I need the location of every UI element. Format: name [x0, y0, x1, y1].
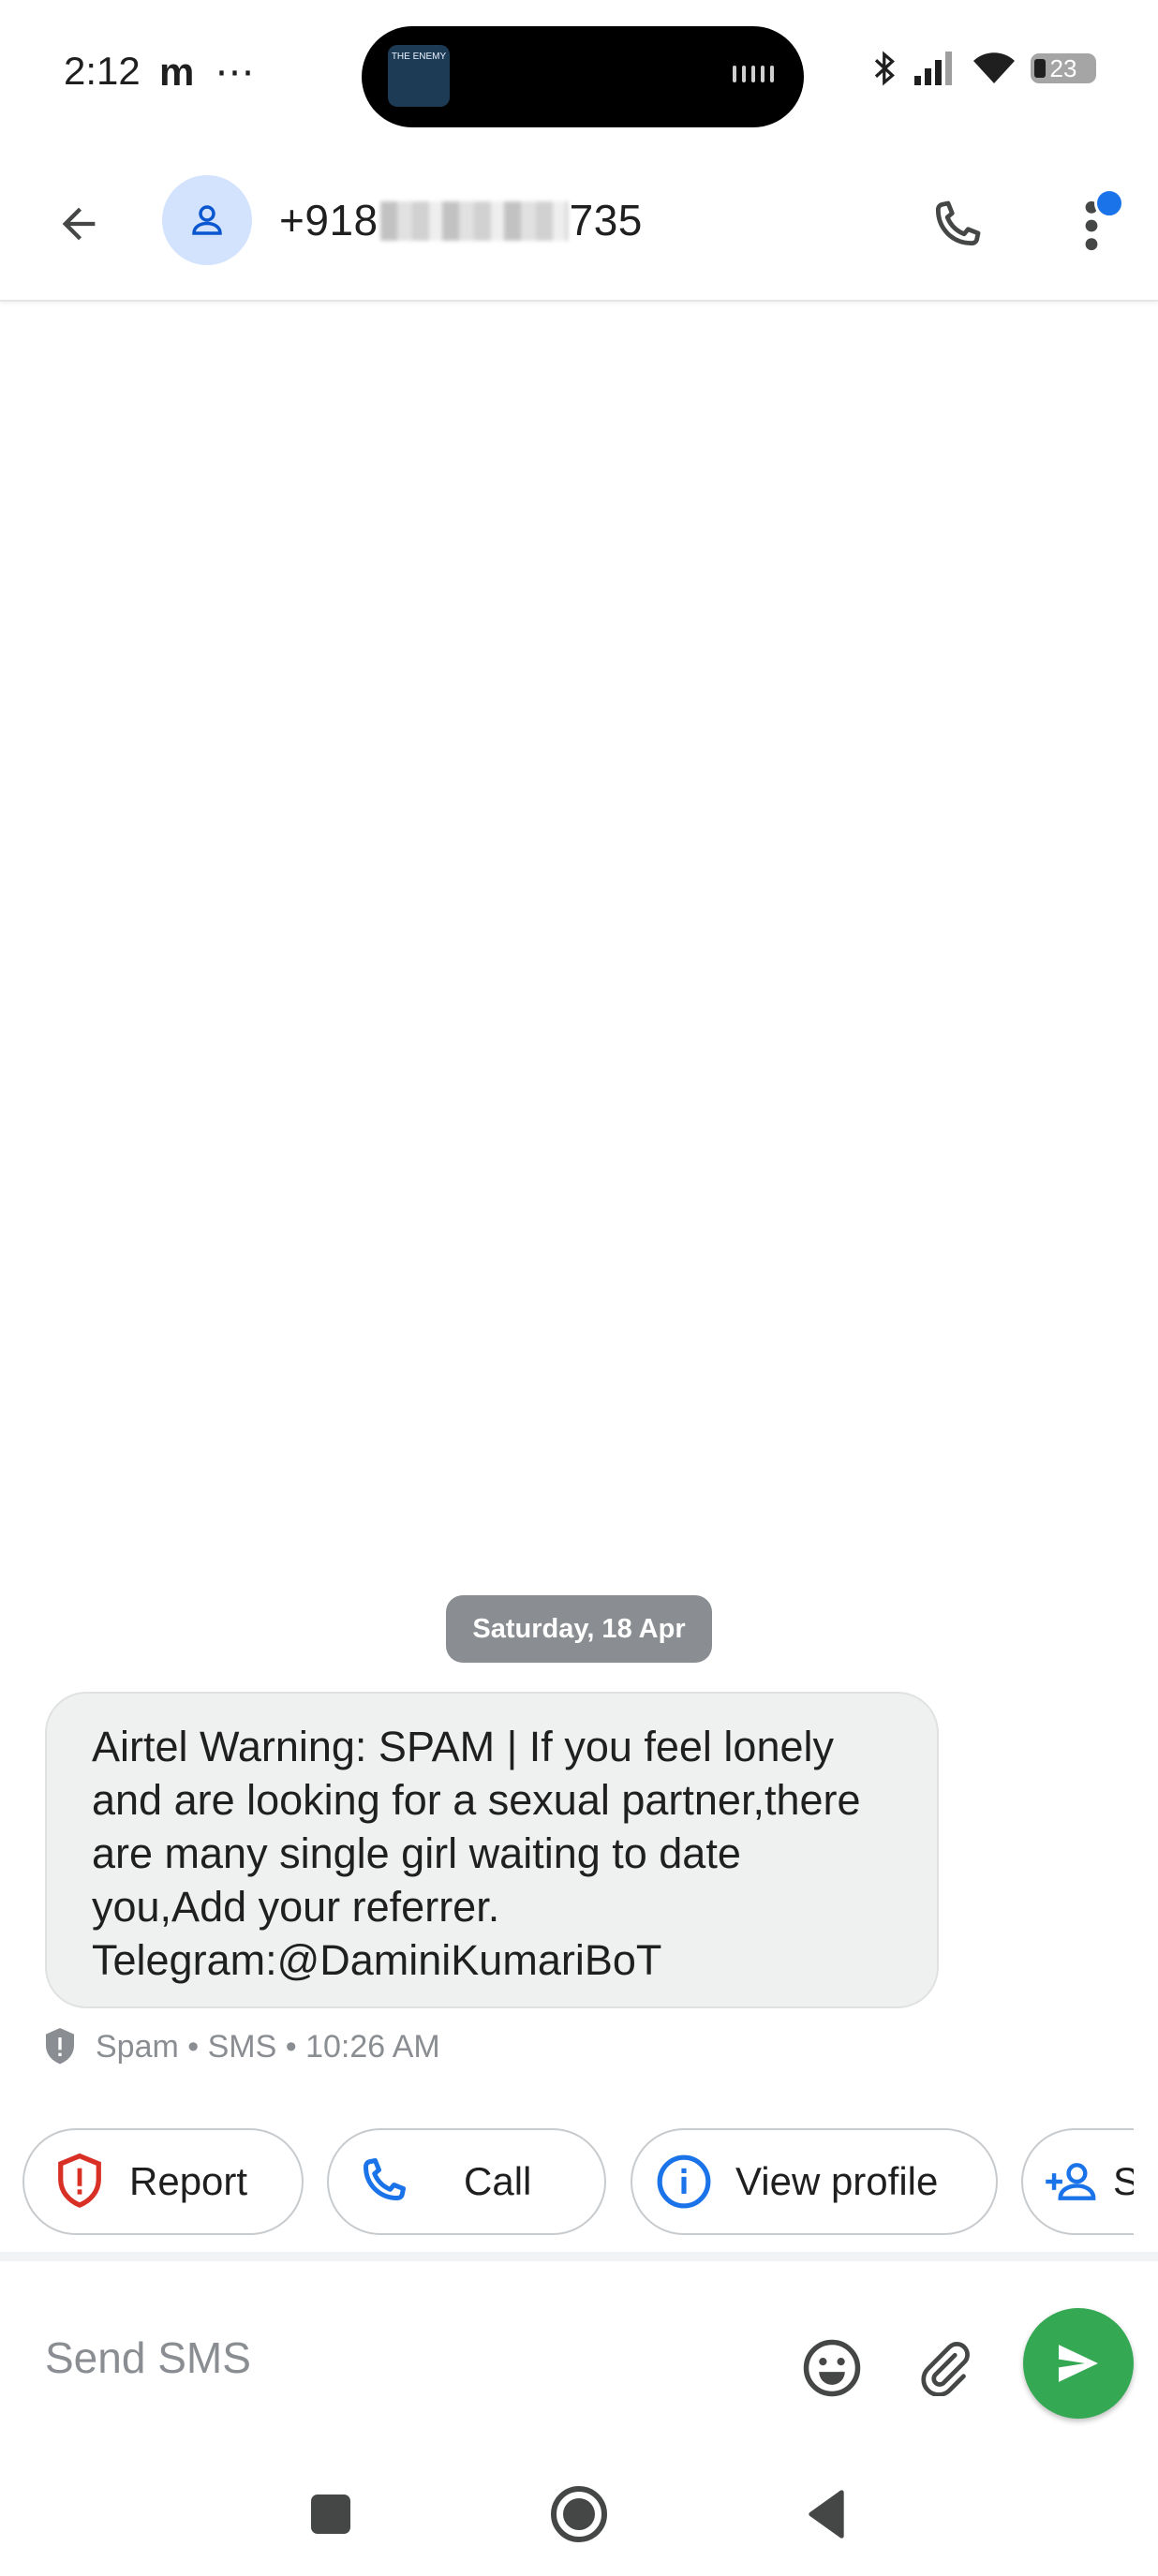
media-thumbnail: THE ENEMY — [388, 45, 450, 107]
back-button[interactable] — [45, 190, 112, 258]
contact-avatar[interactable] — [162, 175, 252, 265]
home-icon — [551, 2486, 607, 2542]
emoji-icon — [803, 2339, 861, 2397]
phone-icon — [935, 200, 981, 246]
report-label: Report — [129, 2159, 248, 2203]
contact-number[interactable]: +918 735 — [279, 195, 643, 245]
status-time: 2:12 — [64, 49, 141, 93]
chips-fade — [1134, 2126, 1158, 2239]
emoji-button[interactable] — [796, 2332, 868, 2404]
wifi-icon — [973, 52, 1015, 83]
message-input[interactable]: Send SMS — [45, 2332, 251, 2383]
back-nav-button[interactable] — [789, 2477, 864, 2552]
phone-icon — [353, 2153, 411, 2211]
person-icon — [192, 205, 222, 235]
person-add-icon — [1044, 2153, 1102, 2211]
compose-divider — [0, 2252, 1158, 2261]
call-chip[interactable]: Call — [327, 2128, 606, 2235]
status-right-icons: 23 — [871, 49, 1096, 88]
view-profile-chip[interactable]: View profile — [631, 2128, 998, 2235]
signal-icon — [914, 52, 952, 85]
date-divider: Saturday, 18 Apr — [446, 1595, 712, 1663]
send-button[interactable] — [1023, 2308, 1134, 2419]
message-bubble[interactable]: Airtel Warning: SPAM | If you feel lonel… — [45, 1692, 939, 2008]
audio-wave-icon — [733, 66, 774, 82]
redacted-digits — [379, 201, 568, 241]
message-meta: Spam • SMS • 10:26 AM — [41, 2026, 440, 2067]
message-meta-text: Spam • SMS • 10:26 AM — [96, 2028, 440, 2065]
call-label: Call — [464, 2159, 532, 2203]
back-triangle-icon — [809, 2490, 844, 2539]
call-button[interactable] — [918, 188, 993, 263]
compose-bar: Send SMS — [0, 2261, 1158, 2458]
home-button[interactable] — [542, 2477, 616, 2552]
report-shield-icon — [51, 2153, 109, 2211]
recents-button[interactable] — [293, 2477, 368, 2552]
attach-icon — [921, 2342, 970, 2396]
send-icon — [1059, 2345, 1098, 2382]
number-prefix: +918 — [279, 196, 379, 244]
recents-icon — [311, 2495, 350, 2534]
spam-shield-icon — [46, 2028, 74, 2065]
status-bar: 2:12 m ⋯ THE ENEMY 23 — [0, 0, 1158, 155]
more-notifications-icon: ⋯ — [215, 50, 255, 94]
app-notification-icon: m — [159, 49, 195, 94]
report-chip[interactable]: Report — [22, 2128, 304, 2235]
arrow-back-icon — [62, 207, 96, 241]
conversation-header: +918 735 — [0, 155, 1158, 302]
info-icon — [655, 2153, 713, 2211]
notification-dot — [1094, 188, 1124, 218]
view-profile-label: View profile — [735, 2159, 939, 2203]
attach-button[interactable] — [909, 2332, 980, 2404]
system-navigation-bar — [0, 2458, 1158, 2576]
number-suffix: 735 — [569, 196, 643, 244]
bluetooth-icon — [874, 51, 895, 86]
dynamic-island[interactable]: THE ENEMY — [362, 26, 804, 127]
status-left-icons: m ⋯ — [159, 49, 254, 95]
suggestion-chips: Report Call View profile S — [0, 2126, 1158, 2239]
battery-icon: 23 — [1031, 53, 1096, 83]
